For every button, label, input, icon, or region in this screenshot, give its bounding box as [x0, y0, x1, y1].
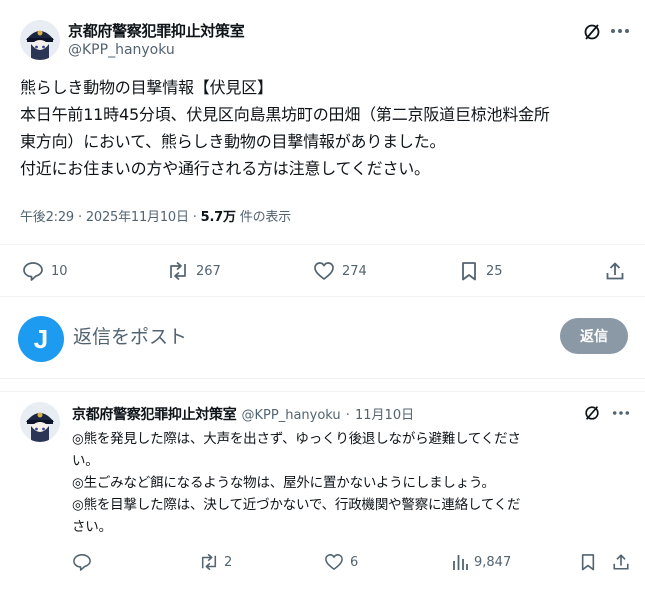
post-line: 本日午前11時45分頃、伏見区向島黒坊町の田畑（第二京阪道巨椋池料金所 — [20, 105, 550, 124]
views-button[interactable]: 9,847 — [451, 553, 511, 571]
like-button[interactable]: 274 — [313, 261, 367, 281]
post-line: 東方向）において、熊らしき動物の目撃情報がありました。 — [20, 132, 446, 151]
reply-submit-button[interactable]: 返信 — [560, 318, 628, 354]
reply-line: い。 — [72, 453, 99, 469]
post-date[interactable]: 2025年11月10日 — [86, 210, 189, 225]
more-dots-icon[interactable] — [612, 410, 630, 416]
post-time[interactable]: 午後2:29 — [20, 210, 74, 225]
reply-author-name[interactable]: 京都府警察犯罪抑止対策室 — [72, 407, 237, 423]
share-button[interactable] — [612, 553, 630, 571]
separator: · — [345, 408, 350, 423]
heart-icon — [324, 553, 344, 571]
repost-count: 267 — [196, 263, 221, 279]
post-line: 付近にお住まいの方や通行される方は注意してください。 — [20, 159, 430, 178]
post-body: 熊らしき動物の目撃情報【伏見区】 本日午前11時45分頃、伏見区向島黒坊町の田畑… — [20, 74, 640, 182]
share-upload-icon — [605, 261, 625, 281]
reply-input[interactable]: 返信をポスト — [73, 322, 187, 349]
bookmark-icon — [580, 553, 596, 571]
author-name[interactable]: 京都府警察犯罪抑止対策室 — [68, 20, 245, 41]
repost-button[interactable]: 267 — [166, 261, 221, 281]
reply-line: さい。 — [72, 519, 112, 535]
speech-bubble-icon — [72, 553, 92, 571]
analytics-bars-icon — [451, 553, 469, 571]
share-upload-icon — [612, 553, 630, 571]
heart-icon — [313, 261, 335, 281]
separator: · — [192, 210, 197, 225]
separator: · — [77, 210, 82, 225]
author-handle[interactable]: @KPP_hanyoku — [68, 42, 175, 58]
bookmark-icon — [460, 261, 478, 281]
reply-header: 京都府警察犯罪抑止対策室 @KPP_hanyoku · 11月10日 — [72, 404, 414, 424]
grok-icon[interactable] — [582, 22, 602, 42]
avatar[interactable] — [20, 20, 60, 60]
post-line: 熊らしき動物の目撃情報【伏見区】 — [20, 78, 273, 97]
reply-button[interactable]: 10 — [22, 261, 68, 281]
reply-count: 10 — [51, 263, 68, 279]
like-count: 274 — [342, 263, 367, 279]
reply-line: ◎生ごみなど餌になるような物は、屋外に置かないようにしましょう。 — [72, 475, 495, 491]
reply-date[interactable]: 11月10日 — [355, 408, 414, 423]
section-divider — [0, 378, 645, 392]
bookmark-count: 25 — [486, 263, 503, 279]
reply-button[interactable] — [72, 553, 92, 571]
bookmark-button[interactable] — [580, 553, 596, 571]
like-count: 6 — [350, 554, 359, 570]
avatar[interactable] — [20, 402, 60, 442]
more-dots-icon[interactable] — [610, 28, 630, 34]
grok-icon[interactable] — [583, 404, 601, 422]
reply-author-handle[interactable]: @KPP_hanyoku — [242, 408, 341, 423]
reply-line: ◎熊を発見した際は、大声を出さず、ゆっくり後退しながら避難してくださ — [72, 431, 521, 447]
repost-arrows-icon — [198, 553, 220, 571]
views-count: 9,847 — [474, 554, 512, 570]
repost-button[interactable]: 2 — [198, 553, 232, 571]
current-user-avatar[interactable]: J — [18, 316, 64, 362]
reply-line: ◎熊を目撃した際は、決して近づかないで、行政機関や警察に連絡してくだ — [72, 497, 521, 513]
post-meta: 午後2:29 · 2025年11月10日 · 5.7万 件の表示 — [20, 206, 291, 225]
repost-arrows-icon — [166, 261, 190, 281]
view-count: 5.7万 — [200, 210, 236, 225]
share-button[interactable] — [605, 261, 625, 281]
repost-count: 2 — [224, 554, 233, 570]
bookmark-button[interactable]: 25 — [460, 261, 503, 281]
reply-body: ◎熊を発見した際は、大声を出さず、ゆっくり後退しながら避難してくださ い。 ◎生… — [72, 428, 632, 538]
like-button[interactable]: 6 — [324, 553, 358, 571]
speech-bubble-icon — [22, 261, 44, 281]
view-count-label: 件の表示 — [239, 210, 291, 225]
